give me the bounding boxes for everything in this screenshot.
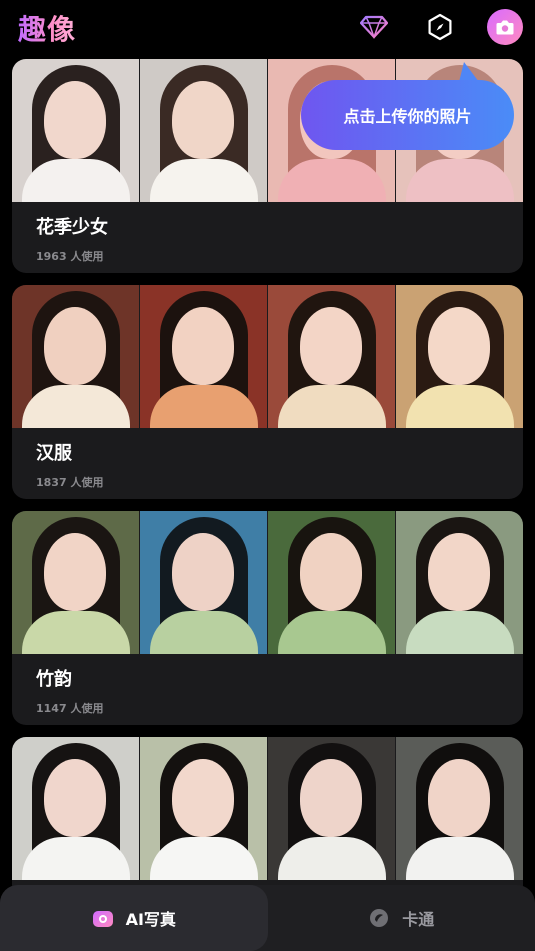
upload-tooltip[interactable]: 点击上传你的照片 [301, 80, 514, 150]
photo-strip [12, 285, 523, 428]
sample-photo [12, 511, 139, 654]
sample-photo [396, 511, 523, 654]
top-bar: 趣像 [0, 0, 535, 54]
camera-icon [496, 20, 514, 35]
card-title: 花季少女 [36, 217, 108, 238]
sample-photo [268, 285, 395, 428]
card-title: 竹韵 [36, 669, 72, 690]
tab-label: AI写真 [125, 910, 176, 929]
vip-button[interactable] [357, 10, 391, 44]
usage-count: 1837 人使用 [36, 476, 104, 489]
sample-photo [396, 285, 523, 428]
sample-photo [140, 737, 267, 880]
usage-count: 1147 人使用 [36, 702, 104, 715]
sample-photo [12, 285, 139, 428]
bottom-tab-bar: AI写真 卡通 [0, 885, 535, 951]
tab-label: 卡通 [402, 910, 435, 929]
sample-photo [12, 737, 139, 880]
cartoon-icon [368, 907, 390, 929]
style-card[interactable]: 竹韵 1147 人使用 [12, 511, 523, 725]
tab-ai-portrait[interactable]: AI写真 [0, 885, 268, 951]
app-logo: 趣像 [18, 8, 76, 48]
diamond-icon [360, 15, 388, 39]
compass-icon [428, 13, 452, 41]
sample-photo [268, 737, 395, 880]
sample-photo [396, 737, 523, 880]
style-feed: 花季少女 1963 人使用 汉服 1837 人使用 竹韵 1147 人使用 [12, 59, 523, 951]
card-title: 汉服 [36, 443, 72, 464]
sample-photo [268, 511, 395, 654]
sample-photo [140, 285, 267, 428]
style-card[interactable]: 汉服 1837 人使用 [12, 285, 523, 499]
photo-strip [12, 511, 523, 654]
usage-count: 1963 人使用 [36, 250, 104, 263]
upload-photo-button[interactable] [487, 9, 523, 45]
sample-photo [140, 59, 267, 202]
sample-photo [12, 59, 139, 202]
tab-cartoon[interactable]: 卡通 [268, 885, 535, 951]
photo-strip [12, 737, 523, 880]
discover-button[interactable] [423, 10, 457, 44]
camera-icon [92, 907, 114, 929]
sample-photo [140, 511, 267, 654]
